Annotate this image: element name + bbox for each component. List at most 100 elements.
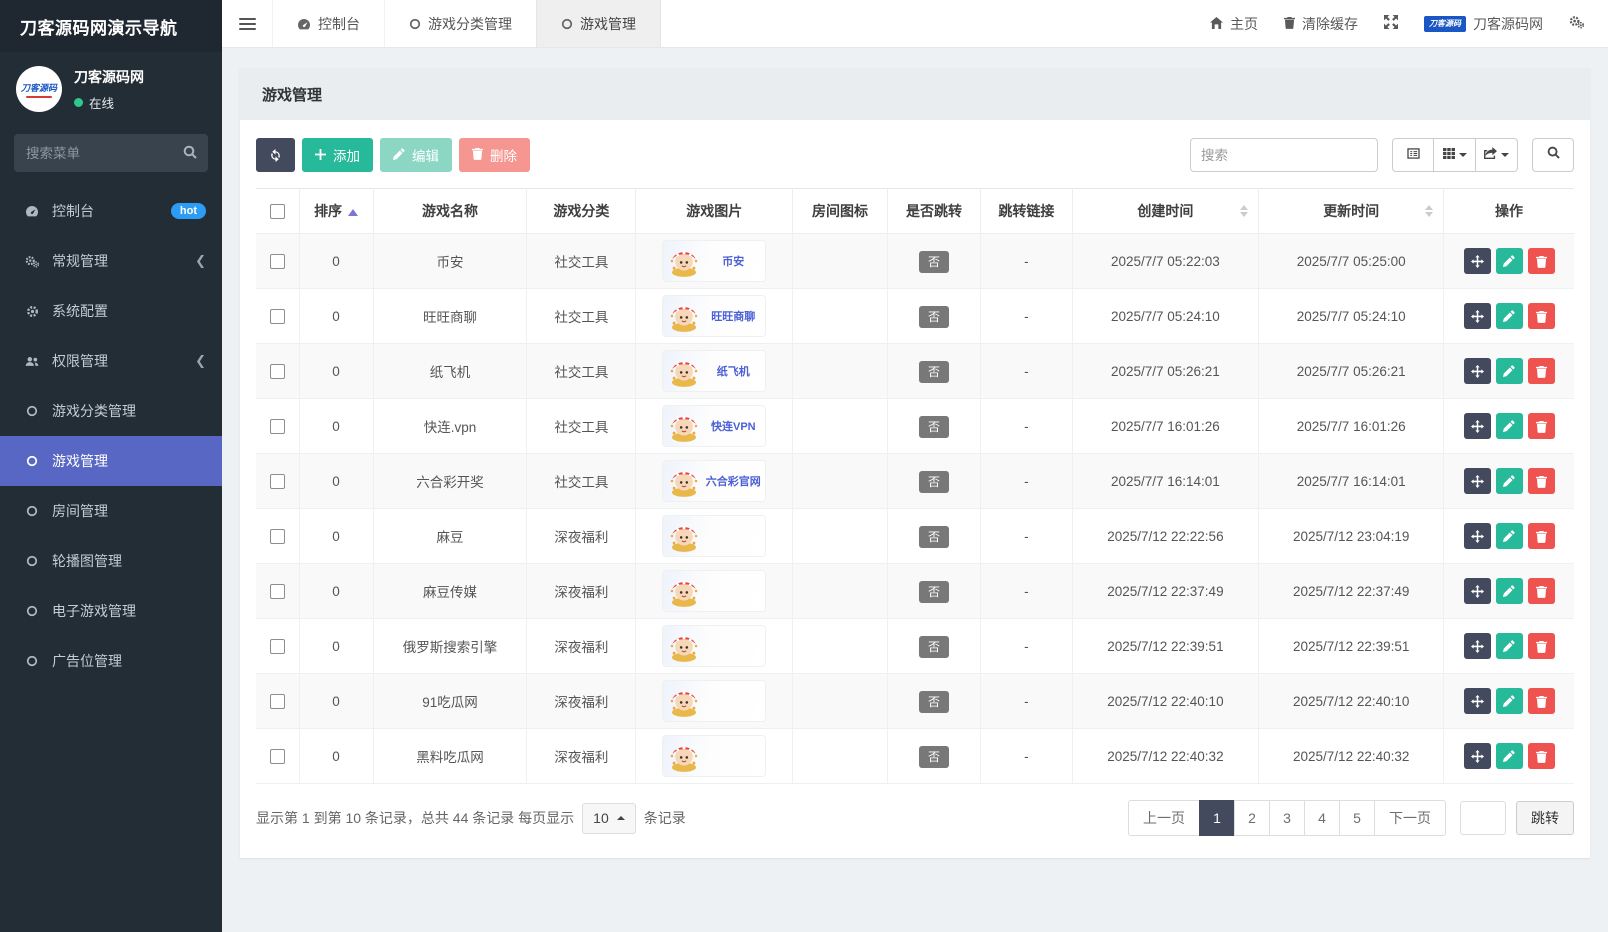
sidebar-item-8[interactable]: 电子游戏管理 bbox=[0, 586, 222, 636]
move-button[interactable] bbox=[1464, 688, 1491, 714]
cell-updated: 2025/7/12 22:40:32 bbox=[1259, 729, 1444, 784]
col-sort[interactable]: 排序 bbox=[299, 189, 373, 234]
table-search-input[interactable] bbox=[1190, 138, 1378, 172]
delete-row-button[interactable] bbox=[1528, 358, 1555, 384]
fullscreen-button[interactable] bbox=[1384, 15, 1398, 32]
col-updated[interactable]: 更新时间 bbox=[1259, 189, 1444, 234]
sidebar-item-6[interactable]: 房间管理 bbox=[0, 486, 222, 536]
top-tab-1[interactable]: 游戏分类管理 bbox=[384, 0, 536, 47]
refresh-button[interactable] bbox=[256, 138, 295, 172]
delete-row-button[interactable] bbox=[1528, 523, 1555, 549]
row-checkbox[interactable] bbox=[270, 694, 285, 709]
delete-row-button[interactable] bbox=[1528, 743, 1555, 769]
page-size-dropdown[interactable]: 10 bbox=[582, 803, 636, 834]
hamburger-icon[interactable] bbox=[222, 0, 272, 47]
edit-row-button[interactable] bbox=[1496, 578, 1523, 604]
site-link[interactable]: 刀客源码 刀客源码网 bbox=[1424, 14, 1543, 34]
edit-row-button[interactable] bbox=[1496, 248, 1523, 274]
page-button-1[interactable]: 1 bbox=[1199, 800, 1235, 836]
search-button[interactable] bbox=[1532, 138, 1574, 172]
chevron-left-icon: ❮ bbox=[195, 253, 206, 269]
delete-row-button[interactable] bbox=[1528, 578, 1555, 604]
delete-row-button[interactable] bbox=[1528, 688, 1555, 714]
top-tab-0[interactable]: 控制台 bbox=[272, 0, 384, 47]
row-checkbox[interactable] bbox=[270, 309, 285, 324]
sort-toggle-icon[interactable] bbox=[1240, 205, 1248, 217]
cell-sort: 0 bbox=[299, 289, 373, 344]
sidebar-item-9[interactable]: 广告位管理 bbox=[0, 636, 222, 686]
settings-button[interactable] bbox=[1569, 15, 1584, 32]
row-checkbox[interactable] bbox=[270, 254, 285, 269]
cell-category: 深夜福利 bbox=[527, 619, 636, 674]
page-jump-button[interactable]: 跳转 bbox=[1516, 801, 1574, 835]
export-dropdown-button[interactable] bbox=[1476, 138, 1518, 172]
list-alt-icon bbox=[1407, 146, 1420, 164]
delete-row-button[interactable] bbox=[1528, 248, 1555, 274]
row-checkbox[interactable] bbox=[270, 529, 285, 544]
clear-cache-link[interactable]: 清除缓存 bbox=[1284, 14, 1358, 34]
sort-toggle-icon[interactable] bbox=[1425, 205, 1433, 217]
move-button[interactable] bbox=[1464, 358, 1491, 384]
row-checkbox[interactable] bbox=[270, 364, 285, 379]
move-button[interactable] bbox=[1464, 468, 1491, 494]
move-button[interactable] bbox=[1464, 743, 1491, 769]
cell-created: 2025/7/7 05:24:10 bbox=[1072, 289, 1259, 344]
cell-updated: 2025/7/7 16:14:01 bbox=[1259, 454, 1444, 509]
edit-row-button[interactable] bbox=[1496, 688, 1523, 714]
home-link[interactable]: 主页 bbox=[1210, 14, 1258, 34]
move-button[interactable] bbox=[1464, 578, 1491, 604]
pagination-toggle-button[interactable] bbox=[1392, 138, 1434, 172]
page-button-5[interactable]: 5 bbox=[1339, 800, 1375, 836]
cell-game-name: 纸飞机 bbox=[373, 344, 527, 399]
page-button-3[interactable]: 3 bbox=[1269, 800, 1305, 836]
cell-game-name: 麻豆 bbox=[373, 509, 527, 564]
move-button[interactable] bbox=[1464, 303, 1491, 329]
header-checkbox-cell bbox=[256, 189, 299, 234]
col-created[interactable]: 创建时间 bbox=[1072, 189, 1259, 234]
edit-row-button[interactable] bbox=[1496, 633, 1523, 659]
delete-button[interactable]: 删除 bbox=[459, 138, 530, 172]
sidebar-item-5[interactable]: 游戏管理 bbox=[0, 436, 222, 486]
sidebar-item-4[interactable]: 游戏分类管理 bbox=[0, 386, 222, 436]
sidebar-item-0[interactable]: 控制台 hot bbox=[0, 186, 222, 236]
row-checkbox[interactable] bbox=[270, 639, 285, 654]
row-checkbox[interactable] bbox=[270, 419, 285, 434]
user-status-label: 在线 bbox=[89, 93, 114, 112]
page-button-4[interactable]: 4 bbox=[1304, 800, 1340, 836]
cell-jump-link: - bbox=[981, 619, 1072, 674]
edit-row-button[interactable] bbox=[1496, 358, 1523, 384]
row-checkbox[interactable] bbox=[270, 474, 285, 489]
select-all-checkbox[interactable] bbox=[270, 204, 285, 219]
edit-row-button[interactable] bbox=[1496, 468, 1523, 494]
top-tab-2[interactable]: 游戏管理 bbox=[536, 0, 661, 47]
delete-row-button[interactable] bbox=[1528, 413, 1555, 439]
edit-row-button[interactable] bbox=[1496, 303, 1523, 329]
add-button[interactable]: 添加 bbox=[302, 138, 373, 172]
delete-row-button[interactable] bbox=[1528, 468, 1555, 494]
sidebar-item-3[interactable]: 权限管理 ❮ bbox=[0, 336, 222, 386]
move-button[interactable] bbox=[1464, 633, 1491, 659]
edit-row-button[interactable] bbox=[1496, 413, 1523, 439]
move-button[interactable] bbox=[1464, 248, 1491, 274]
delete-row-button[interactable] bbox=[1528, 633, 1555, 659]
sidebar-item-7[interactable]: 轮播图管理 bbox=[0, 536, 222, 586]
prev-page-button[interactable]: 上一页 bbox=[1128, 800, 1200, 836]
mascot-image bbox=[667, 574, 701, 608]
edit-row-button[interactable] bbox=[1496, 743, 1523, 769]
sidebar-item-1[interactable]: 常规管理 ❮ bbox=[0, 236, 222, 286]
move-button[interactable] bbox=[1464, 413, 1491, 439]
delete-row-button[interactable] bbox=[1528, 303, 1555, 329]
page-size-value: 10 bbox=[593, 810, 609, 826]
page-jump-input[interactable] bbox=[1460, 801, 1506, 835]
next-page-button[interactable]: 下一页 bbox=[1374, 800, 1446, 836]
row-checkbox[interactable] bbox=[270, 749, 285, 764]
sidebar-search-input[interactable] bbox=[14, 134, 208, 172]
circle-icon bbox=[561, 18, 573, 30]
page-button-2[interactable]: 2 bbox=[1234, 800, 1270, 836]
sidebar-item-2[interactable]: 系统配置 bbox=[0, 286, 222, 336]
edit-button[interactable]: 编辑 bbox=[380, 138, 452, 172]
columns-dropdown-button[interactable] bbox=[1434, 138, 1476, 172]
edit-row-button[interactable] bbox=[1496, 523, 1523, 549]
move-button[interactable] bbox=[1464, 523, 1491, 549]
row-checkbox[interactable] bbox=[270, 584, 285, 599]
